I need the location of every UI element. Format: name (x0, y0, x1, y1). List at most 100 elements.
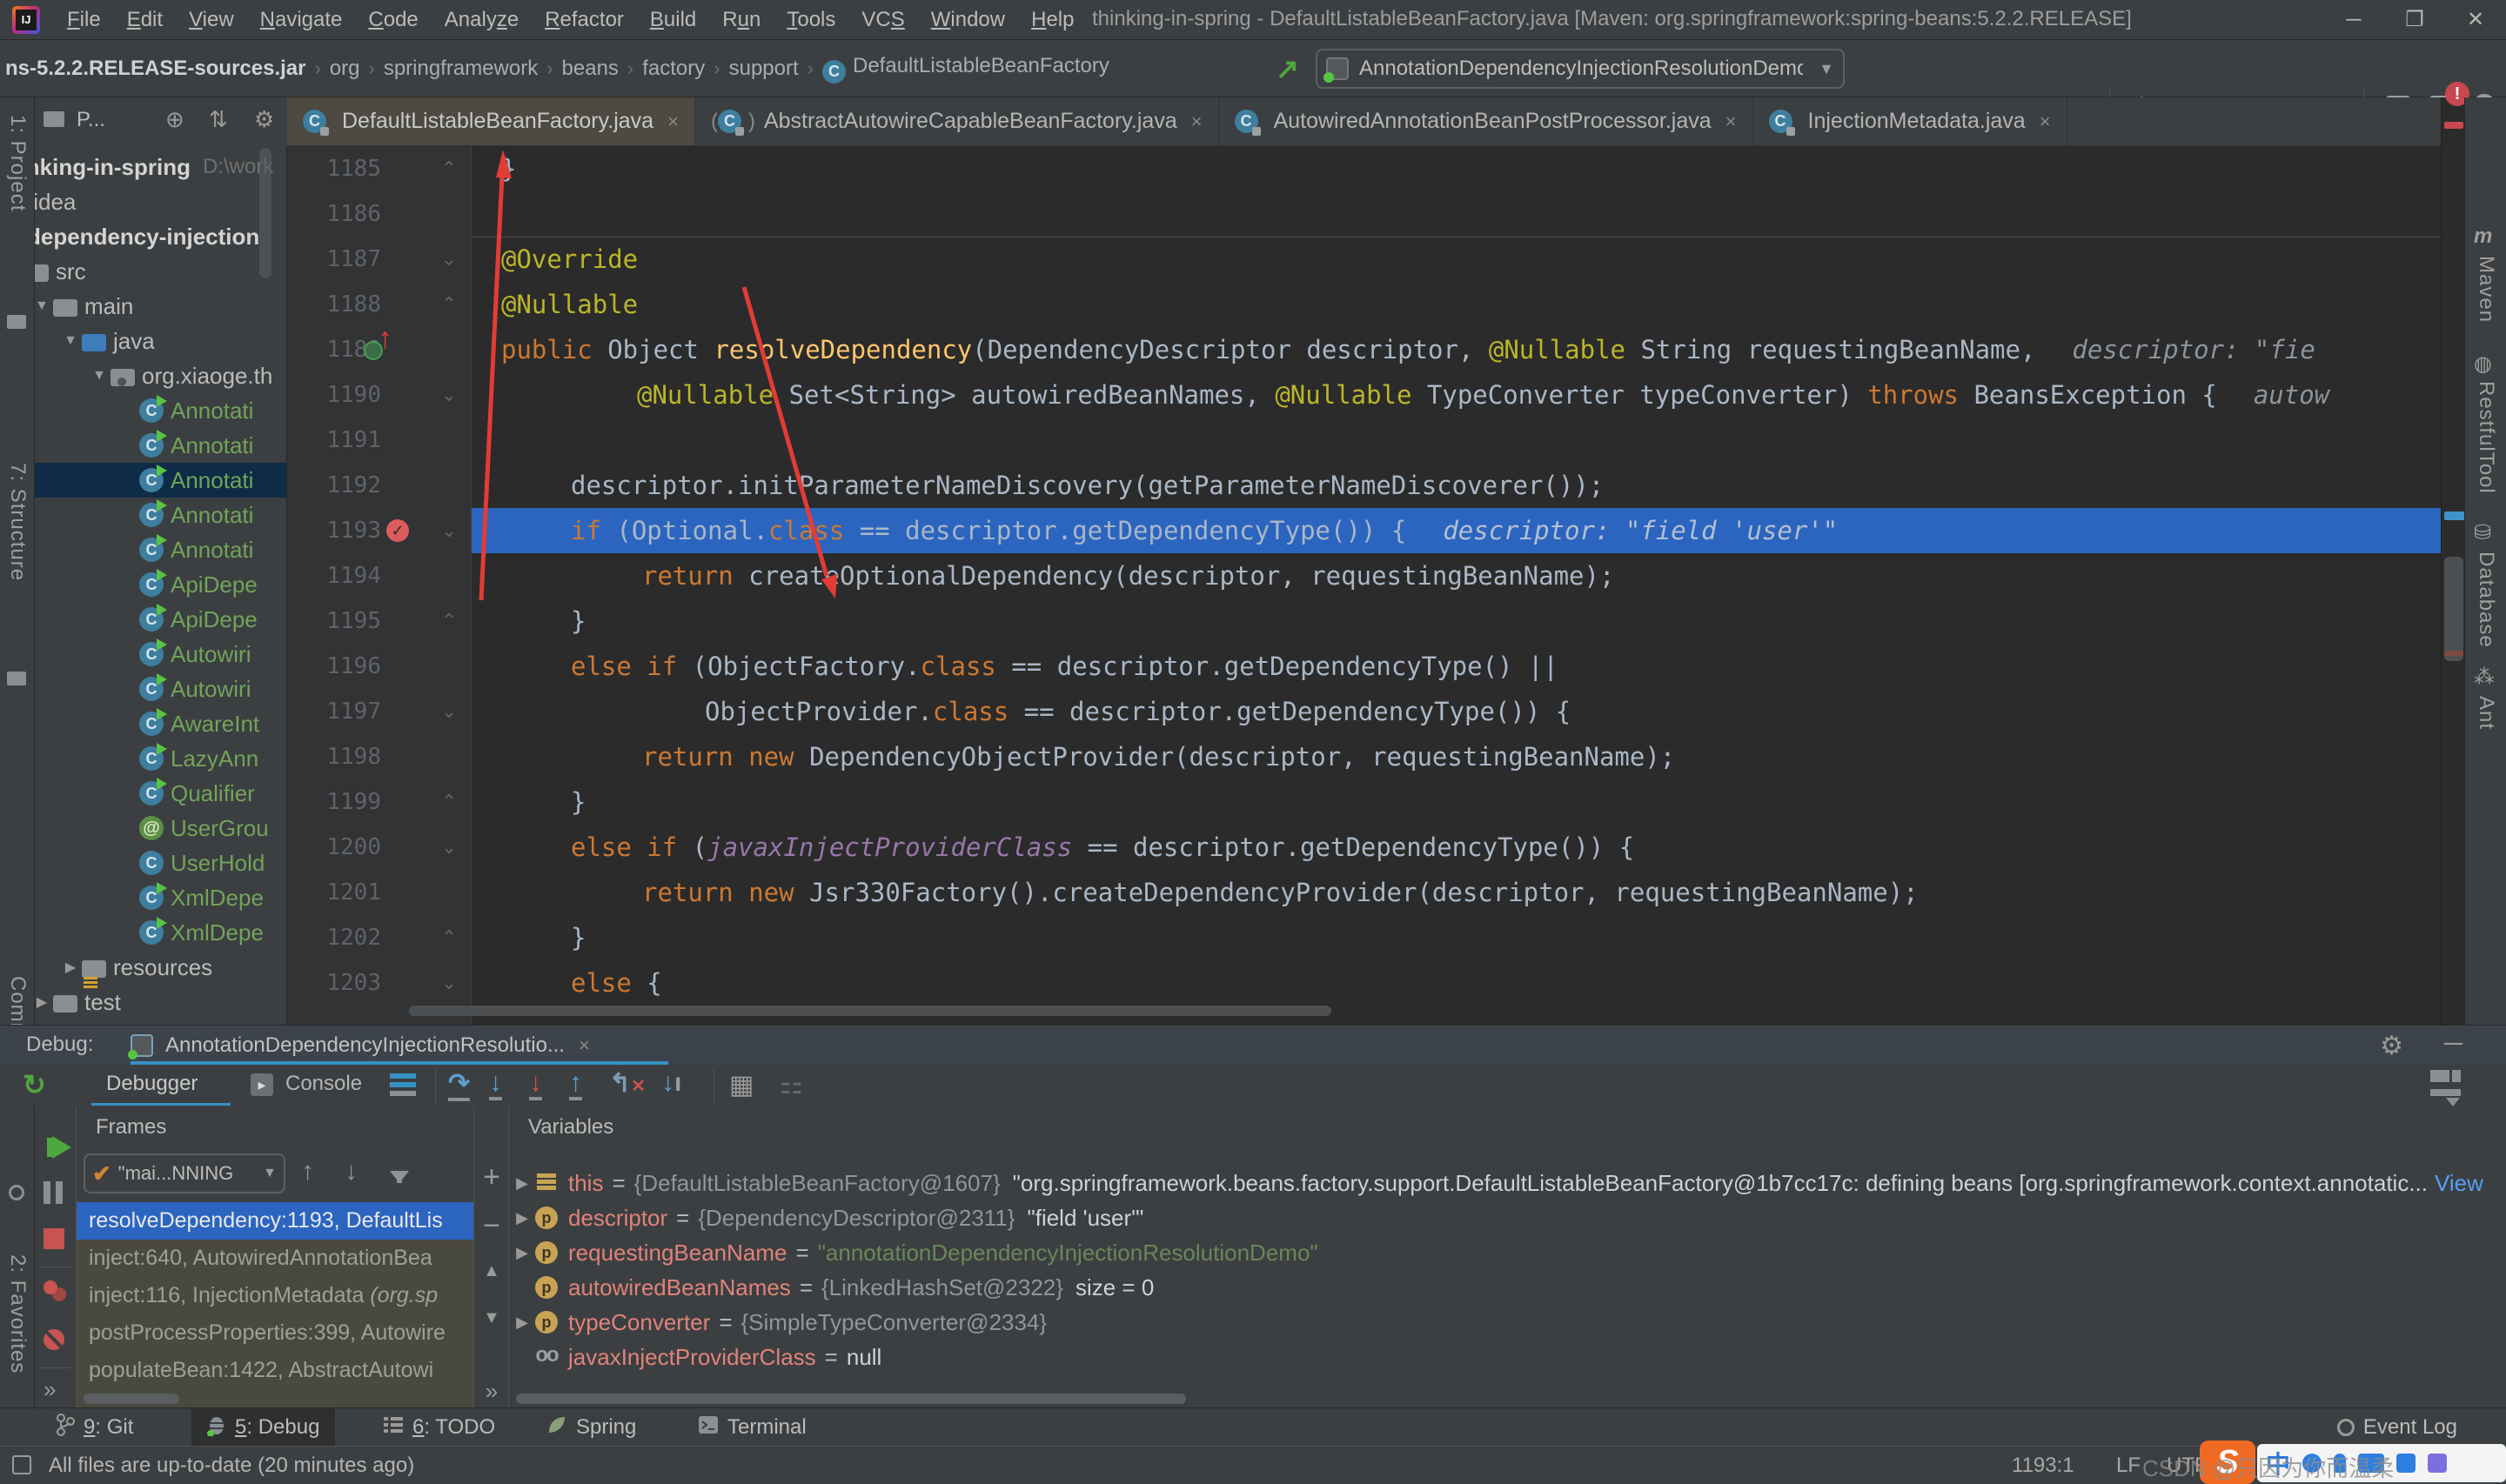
trace-icon[interactable]: ⚏ (780, 1070, 803, 1100)
breadcrumb-item[interactable]: org (330, 57, 360, 81)
menu-help[interactable]: Help (1018, 8, 1087, 32)
mute-breakpoints-icon[interactable] (44, 1329, 64, 1350)
menu-view[interactable]: View (176, 8, 247, 32)
frame-row[interactable]: postProcessProperties:399, Autowire (77, 1314, 473, 1352)
stripe-database-button[interactable]: Database (2474, 551, 2498, 648)
tree-item[interactable]: ▼ org.xiaoge.th (35, 358, 286, 393)
tree-item[interactable]: ▼ java (35, 324, 286, 358)
fold-marker-icon[interactable]: ⌄ (437, 237, 461, 282)
hide-icon[interactable]: ─ (2444, 1029, 2462, 1059)
tree-item[interactable]: C UserHold (35, 846, 286, 880)
tree-item[interactable]: C Annotati (35, 532, 286, 567)
breadcrumb-item[interactable]: ns-5.2.2.RELEASE-sources.jar (5, 57, 305, 81)
line-number[interactable]: 1187 (287, 237, 381, 282)
breadcrumb-item[interactable]: springframework (384, 57, 538, 81)
fold-marker-icon[interactable]: ⌄ (437, 825, 461, 870)
evaluate-expression-icon[interactable]: ▦ (729, 1070, 754, 1100)
rerun-icon[interactable]: ↻ (23, 1068, 46, 1101)
tree-item[interactable]: C Annotati (35, 463, 286, 498)
breadcrumb-item[interactable]: beans (562, 57, 619, 81)
line-number[interactable]: 1198 (287, 734, 381, 779)
tree-arrow-icon[interactable]: ▶ (35, 993, 53, 1011)
frame-up-icon[interactable]: ↑ (301, 1157, 314, 1187)
stripe-project-button[interactable]: 1: Project (5, 115, 30, 211)
toolbar-item-9-git[interactable]: 9: Git (40, 1408, 149, 1447)
gear-icon[interactable]: ⚙ (2380, 1031, 2403, 1061)
close-icon[interactable]: × (667, 110, 679, 133)
ime-grid-icon[interactable] (2428, 1454, 2448, 1473)
close-icon[interactable]: × (2040, 110, 2051, 133)
run-to-cursor-icon[interactable]: ↓ı (661, 1068, 681, 1098)
line-number[interactable]: 1191 (287, 418, 381, 463)
stripe-ant-button[interactable]: Ant (2474, 696, 2498, 730)
frame-row[interactable]: inject:640, AutowiredAnnotationBea (77, 1240, 473, 1277)
breadcrumb-item[interactable]: support (729, 57, 799, 81)
variable-row[interactable]: ▶ this = {DefaultListableBeanFactory@1607} "… (509, 1166, 2506, 1200)
fold-marker-icon[interactable]: ⌃ (437, 779, 461, 825)
close-icon[interactable]: × (1191, 110, 1203, 133)
locate-icon[interactable]: ⊕ (165, 106, 184, 133)
tree-item[interactable]: ▼ main (35, 289, 286, 324)
tree-item[interactable]: thinking-in-springD:\work (35, 150, 286, 184)
layout-settings-icon[interactable] (2430, 1070, 2461, 1106)
menu-refactor[interactable]: Refactor (532, 8, 637, 32)
editor-tab[interactable]: (C) AbstractAutowireCapableBeanFactory.ja… (695, 97, 1219, 145)
thread-select[interactable]: ✔ "mai...NNING ▼ (84, 1153, 285, 1193)
menu-code[interactable]: Code (355, 8, 431, 32)
tree-item[interactable]: C AwareInt (35, 706, 286, 741)
tree-arrow-icon[interactable]: ▼ (35, 298, 53, 314)
tree-item[interactable]: C Autowiri (35, 637, 286, 672)
tree-item[interactable]: C XmlDepe (35, 880, 286, 915)
variable-row[interactable]: oo javaxInjectProviderClass = null (509, 1340, 2506, 1374)
tree-item[interactable]: .idea (35, 184, 286, 219)
step-into-icon[interactable]: ↓ (489, 1068, 502, 1100)
fold-marker-icon[interactable]: ⌄ (437, 689, 461, 734)
line-number[interactable]: 1188 (287, 282, 381, 327)
menu-tools[interactable]: Tools (774, 8, 848, 32)
tab-console[interactable]: Console (285, 1072, 362, 1096)
debug-session-tab[interactable]: AnnotationDependencyInjectionResolutio..… (128, 1026, 590, 1066)
breadcrumb-item[interactable]: factory (642, 57, 705, 81)
frame-row[interactable]: inject:116, InjectionMetadata (org.sp (77, 1277, 473, 1314)
tree-item[interactable]: @ UserGrou (35, 811, 286, 846)
breakpoint-icon[interactable]: ✓ (386, 519, 409, 542)
view-breakpoints-icon[interactable] (44, 1280, 57, 1294)
tree-item[interactable]: C LazyAnn (35, 741, 286, 776)
tree-arrow-icon[interactable]: ▶ (59, 959, 82, 976)
threads-view-icon[interactable] (390, 1073, 416, 1079)
minimize-button[interactable]: ─ (2323, 0, 2384, 40)
line-number[interactable]: 1199 (287, 779, 381, 825)
remove-watch-icon[interactable]: − (474, 1209, 509, 1243)
collapse-all-icon[interactable]: ⇅ (209, 106, 228, 133)
tree-item[interactable]: C Annotati (35, 498, 286, 532)
fold-marker-icon[interactable]: ⌄ (437, 508, 461, 553)
more-icon[interactable]: » (44, 1376, 56, 1403)
resume-icon[interactable] (47, 1136, 71, 1159)
project-panel-title[interactable]: P... (77, 108, 105, 132)
expand-icon[interactable]: ▶ (509, 1244, 535, 1262)
run-configuration-select[interactable]: AnnotationDependencyInjectionResolutionD… (1316, 49, 1845, 89)
expand-icon[interactable]: ▶ (509, 1209, 535, 1227)
toolwindow-toggle-icon[interactable] (12, 1455, 31, 1474)
close-icon[interactable]: × (579, 1034, 590, 1057)
toolbar-item-terminal[interactable]: Terminal (682, 1408, 822, 1447)
menu-analyze[interactable]: Analyze (432, 8, 532, 32)
line-number[interactable]: 1203 (287, 960, 381, 1006)
menu-file[interactable]: File (54, 8, 114, 32)
pause-icon[interactable] (44, 1181, 50, 1204)
fold-marker-icon[interactable]: ⌃ (437, 598, 461, 644)
line-number[interactable]: 1186 (287, 191, 381, 237)
tree-scrollbar[interactable] (259, 148, 271, 278)
variable-row[interactable]: p autowiredBeanNames = {LinkedHashSet@2322}… (509, 1270, 2506, 1305)
frame-row[interactable]: resolveDependency:1193, DefaultLis (77, 1202, 473, 1240)
tree-item[interactable]: C Annotati (35, 428, 286, 463)
stripe-structure-button[interactable]: 7: Structure (5, 463, 30, 581)
fold-marker-icon[interactable]: ⌃ (437, 282, 461, 327)
breadcrumb-item[interactable]: C DefaultListableBeanFactory (822, 54, 1109, 84)
filter-icon[interactable] (390, 1160, 409, 1190)
tree-item[interactable]: C XmlDepe (35, 915, 286, 950)
tree-item[interactable]: dependency-injection (35, 219, 286, 254)
stripe-favorites-button[interactable]: 2: Favorites (5, 1254, 30, 1374)
fold-marker-icon[interactable]: ⌄ (437, 960, 461, 1006)
expand-icon[interactable]: ▶ (509, 1174, 535, 1193)
